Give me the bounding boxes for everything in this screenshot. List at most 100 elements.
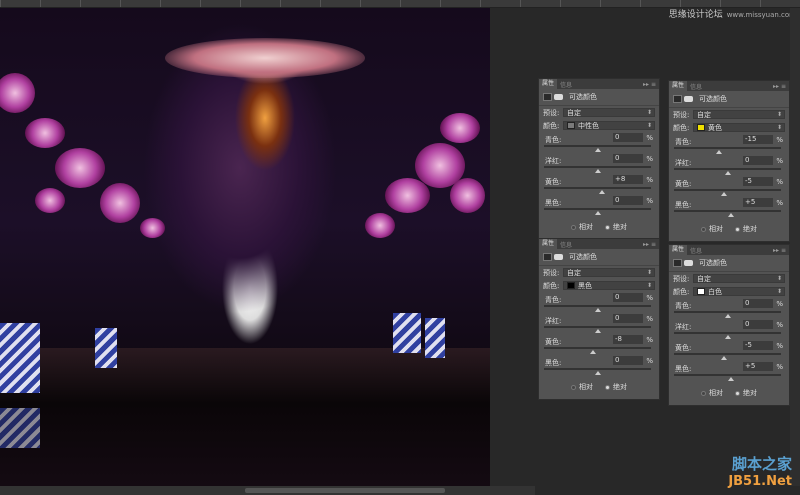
slider-value-input[interactable]: 0: [613, 133, 643, 142]
slider-track[interactable]: [544, 347, 651, 349]
tab-properties[interactable]: 属性: [669, 245, 688, 255]
tab-info[interactable]: 信息: [557, 80, 575, 89]
tab-properties[interactable]: 属性: [539, 79, 558, 89]
slider-value-input[interactable]: 0: [743, 320, 773, 329]
slider-thumb[interactable]: [594, 308, 601, 312]
panel-menu-icon[interactable]: ▸▸ ≡: [643, 81, 659, 88]
slider-track[interactable]: [674, 210, 781, 212]
slider-thumb[interactable]: [727, 377, 734, 381]
slider-thumb[interactable]: [721, 356, 728, 360]
slider-track[interactable]: [674, 168, 781, 170]
mask-icon[interactable]: [554, 254, 563, 260]
slider-track[interactable]: [674, 311, 781, 313]
radio-relative[interactable]: 相对: [571, 222, 593, 232]
color-swatch: [567, 122, 575, 129]
slider-value-input[interactable]: +8: [613, 175, 643, 184]
preset-value: 自定: [697, 274, 711, 283]
slider-value-input[interactable]: -8: [613, 335, 643, 344]
radio-relative[interactable]: 相对: [571, 382, 593, 392]
horizontal-scrollbar[interactable]: [0, 486, 535, 495]
slider-track[interactable]: [544, 368, 651, 370]
panel-title: 可选颜色: [569, 253, 597, 261]
tab-properties[interactable]: 属性: [539, 239, 558, 249]
scrollbar-thumb[interactable]: [245, 488, 445, 493]
slider-value-input[interactable]: 0: [613, 356, 643, 365]
slider-value-input[interactable]: 0: [613, 293, 643, 302]
slider-track[interactable]: [544, 305, 651, 307]
slider-value-input[interactable]: 0: [743, 156, 773, 165]
slider-thumb[interactable]: [724, 314, 731, 318]
preset-select[interactable]: 自定: [693, 110, 785, 119]
slider-thumb[interactable]: [724, 171, 731, 175]
slider-track[interactable]: [674, 374, 781, 376]
percent-sign: %: [776, 136, 783, 144]
radio-absolute-label: 绝对: [743, 389, 757, 397]
radio-absolute[interactable]: 绝对: [735, 388, 757, 398]
color-select[interactable]: 黑色: [563, 281, 655, 290]
slider-row: 洋红: 0%: [669, 155, 789, 176]
percent-sign: %: [776, 199, 783, 207]
slider-thumb[interactable]: [590, 350, 597, 354]
panel-menu-icon[interactable]: ▸▸ ≡: [773, 83, 789, 90]
slider-thumb[interactable]: [715, 150, 722, 154]
slider-thumb[interactable]: [594, 371, 601, 375]
slider-label: 黑色:: [545, 199, 562, 207]
preset-select[interactable]: 自定: [563, 108, 655, 117]
tab-info[interactable]: 信息: [687, 82, 705, 91]
radio-relative[interactable]: 相对: [701, 224, 723, 234]
radio-absolute[interactable]: 绝对: [605, 382, 627, 392]
percent-sign: %: [776, 363, 783, 371]
slider-value-input[interactable]: 0: [613, 154, 643, 163]
slider-thumb[interactable]: [724, 335, 731, 339]
color-select[interactable]: 白色: [693, 287, 785, 296]
mask-icon[interactable]: [684, 96, 693, 102]
radio-absolute[interactable]: 绝对: [735, 224, 757, 234]
slider-track[interactable]: [544, 187, 651, 189]
selective-color-panel: 属性信息 ▸▸ ≡ 可选颜色 预设: 自定 颜色: 白色青色: 0% 洋红: 0% 黄色: -5…: [668, 244, 790, 406]
slider-value-input[interactable]: +5: [743, 198, 773, 207]
slider-value-input[interactable]: +5: [743, 362, 773, 371]
tab-info[interactable]: 信息: [687, 246, 705, 255]
mask-icon[interactable]: [554, 94, 563, 100]
slider-value-input[interactable]: 0: [613, 314, 643, 323]
slider-track[interactable]: [544, 208, 651, 210]
slider-value-input[interactable]: -5: [743, 177, 773, 186]
slider-thumb[interactable]: [721, 192, 728, 196]
slider-track[interactable]: [544, 166, 651, 168]
panel-menu-icon[interactable]: ▸▸ ≡: [643, 241, 659, 248]
slider-thumb[interactable]: [727, 213, 734, 217]
slider-value-input[interactable]: -5: [743, 341, 773, 350]
slider-track[interactable]: [674, 353, 781, 355]
canvas-area[interactable]: [0, 8, 535, 486]
slider-track[interactable]: [544, 145, 651, 147]
slider-value-input[interactable]: -15: [743, 135, 773, 144]
selective-color-panel: 属性信息 ▸▸ ≡ 可选颜色 预设: 自定 颜色: 中性色青色: 0% 洋红: 0% 黄色: +…: [538, 78, 660, 240]
slider-thumb[interactable]: [594, 329, 601, 333]
mask-icon[interactable]: [684, 260, 693, 266]
slider-track[interactable]: [674, 189, 781, 191]
slider-thumb[interactable]: [594, 211, 601, 215]
preset-label: 预设:: [673, 274, 690, 283]
slider-label: 黄色:: [675, 180, 692, 188]
slider-thumb[interactable]: [594, 148, 601, 152]
slider-label: 洋红:: [675, 159, 692, 167]
slider-value-input[interactable]: 0: [743, 299, 773, 308]
slider-track[interactable]: [544, 326, 651, 328]
color-select[interactable]: 黄色: [693, 123, 785, 132]
tab-properties[interactable]: 属性: [669, 81, 688, 91]
tab-info[interactable]: 信息: [557, 240, 575, 249]
color-label: 颜色:: [673, 287, 690, 296]
slider-track[interactable]: [674, 147, 781, 149]
slider-thumb[interactable]: [594, 169, 601, 173]
panel-dock: [790, 8, 800, 486]
color-select[interactable]: 中性色: [563, 121, 655, 130]
slider-value-input[interactable]: 0: [613, 196, 643, 205]
preset-select[interactable]: 自定: [693, 274, 785, 283]
slider-row: 青色: -15%: [669, 134, 789, 155]
preset-select[interactable]: 自定: [563, 268, 655, 277]
radio-relative[interactable]: 相对: [701, 388, 723, 398]
slider-track[interactable]: [674, 332, 781, 334]
panel-menu-icon[interactable]: ▸▸ ≡: [773, 247, 789, 254]
radio-absolute[interactable]: 绝对: [605, 222, 627, 232]
slider-thumb[interactable]: [598, 190, 605, 194]
